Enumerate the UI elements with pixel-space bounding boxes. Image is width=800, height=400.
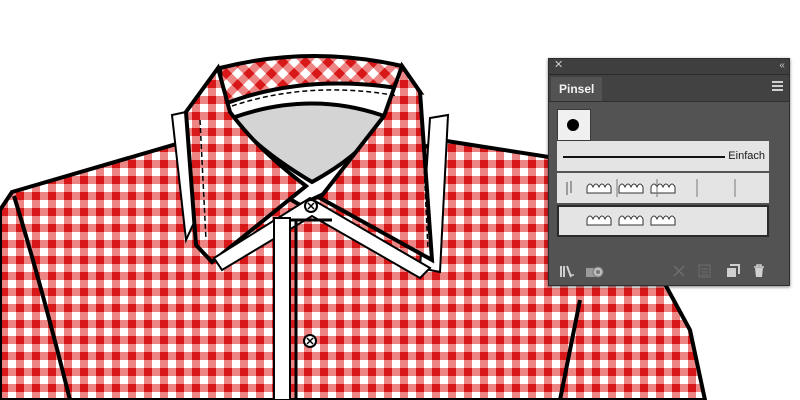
- double-chevron-icon[interactable]: ‹‹: [779, 58, 785, 73]
- brushes-panel: ✕ ‹‹ Pinsel Einfach: [548, 58, 790, 286]
- panel-tabbar: Pinsel: [549, 75, 789, 102]
- brush-ruffle-pattern-preview: [566, 179, 736, 197]
- remove-stroke-icon[interactable]: [671, 263, 687, 279]
- button-middle: [303, 334, 317, 348]
- new-brush-icon[interactable]: [725, 263, 741, 279]
- brush-basic-name: Einfach: [728, 150, 765, 162]
- brush-library-icon[interactable]: [559, 263, 575, 279]
- tab-brushes[interactable]: Pinsel: [551, 77, 603, 101]
- brush-ruffle-pattern[interactable]: [557, 173, 769, 203]
- button-top: [304, 199, 318, 213]
- panel-bottom-toolbar: [549, 257, 789, 285]
- brush-basic[interactable]: Einfach: [557, 141, 769, 171]
- brush-basic-preview: [563, 156, 725, 158]
- trash-icon[interactable]: [751, 263, 767, 279]
- placket: [273, 217, 291, 400]
- brush-ruffle-selected[interactable]: [557, 205, 769, 237]
- close-icon[interactable]: ✕: [554, 58, 563, 73]
- brush-ruffle-selected-preview: [586, 215, 676, 226]
- panel-titlebar: ✕ ‹‹: [549, 59, 789, 75]
- brush-options-icon[interactable]: [697, 263, 713, 279]
- brush-round-swatch[interactable]: [557, 109, 591, 141]
- tab-brushes-label: Pinsel: [559, 82, 595, 96]
- brush-library-panel-icon[interactable]: [585, 263, 605, 279]
- hamburger-menu-icon[interactable]: [772, 81, 783, 93]
- round-brush-icon: [567, 119, 579, 131]
